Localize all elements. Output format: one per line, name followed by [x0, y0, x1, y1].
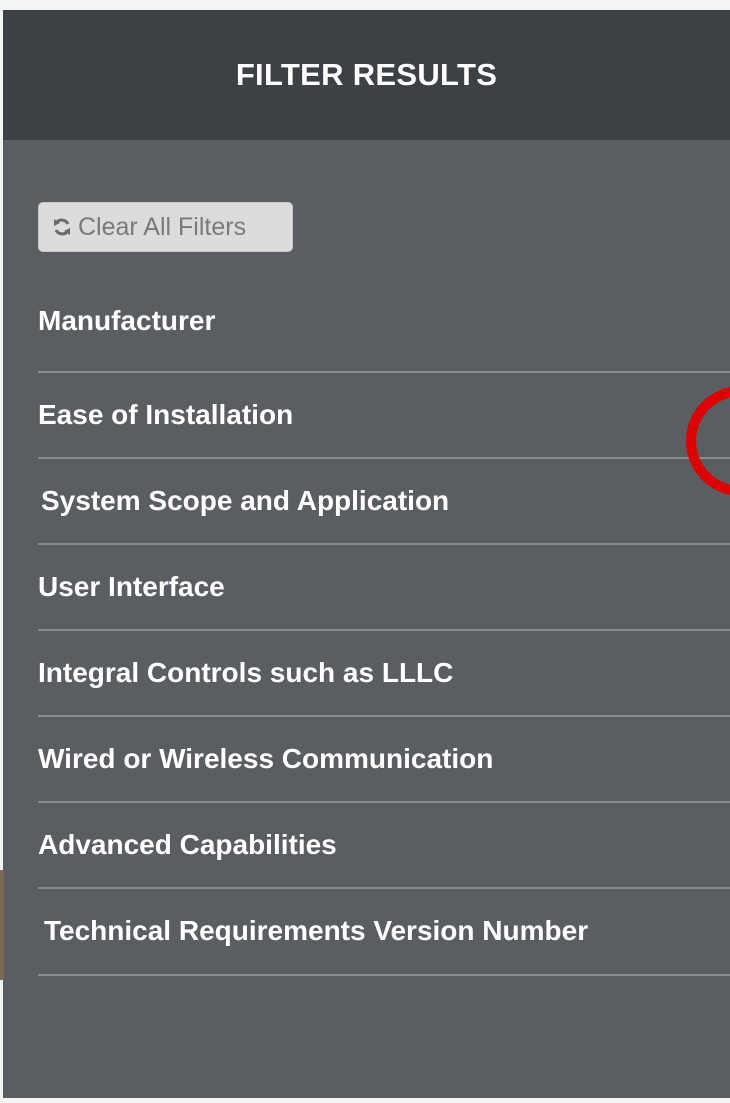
- refresh-icon: [54, 218, 70, 236]
- filter-label: Integral Controls such as LLLC: [38, 657, 454, 688]
- clear-all-filters-button[interactable]: Clear All Filters: [38, 202, 293, 252]
- filter-item-integral-controls[interactable]: Integral Controls such as LLLC: [38, 630, 730, 716]
- clear-all-filters-label: Clear All Filters: [78, 212, 247, 241]
- filter-label: User Interface: [38, 571, 225, 602]
- filter-label: System Scope and Application: [41, 485, 450, 516]
- filter-label: Ease of Installation: [38, 399, 294, 430]
- filter-item-technical-requirements[interactable]: Technical Requirements Version Number: [38, 888, 730, 974]
- filter-item-advanced-capabilities[interactable]: Advanced Capabilities: [38, 802, 730, 888]
- left-edge-mark: [0, 870, 4, 980]
- filter-item-user-interface[interactable]: User Interface: [38, 544, 730, 630]
- filter-label: Technical Requirements Version Number: [44, 915, 589, 946]
- divider: [38, 974, 730, 976]
- filter-item-system-scope[interactable]: System Scope and Application: [38, 458, 730, 544]
- filter-item-ease-of-installation[interactable]: Ease of Installation: [38, 372, 730, 458]
- panel-title: FILTER RESULTS: [235, 57, 498, 92]
- filter-label: Manufacturer: [38, 305, 216, 336]
- filter-panel: FILTER RESULTS Clear All Filters Manufac…: [3, 10, 730, 1098]
- filter-item-communication[interactable]: Wired or Wireless Communication: [38, 716, 730, 802]
- panel-header: FILTER RESULTS: [3, 10, 730, 140]
- filter-label: Wired or Wireless Communication: [38, 743, 494, 774]
- filter-item-manufacturer[interactable]: Manufacturer: [38, 278, 730, 364]
- filter-label: Advanced Capabilities: [38, 829, 337, 860]
